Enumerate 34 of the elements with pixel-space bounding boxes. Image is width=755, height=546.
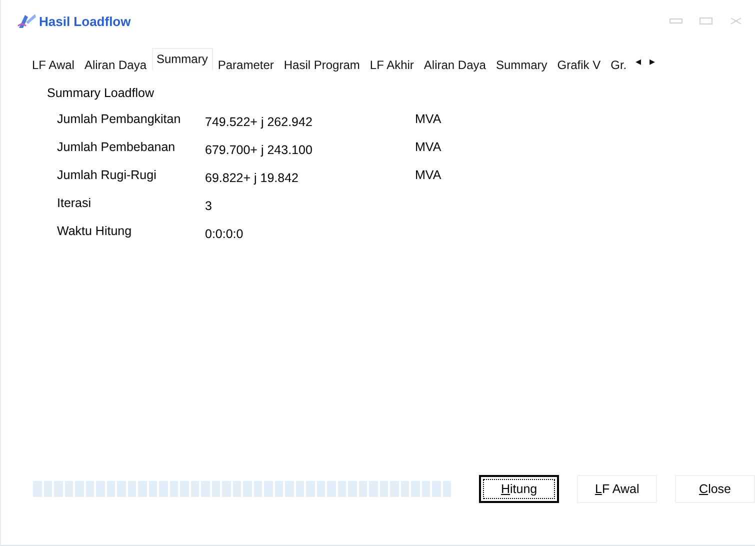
unit-label: MVA [415, 168, 442, 184]
field-value: 749.522+ j 262.942 [205, 114, 314, 129]
field-label: Waktu Hitung [57, 224, 133, 240]
push-button[interactable]: Hitung [479, 475, 560, 503]
tab[interactable]: Grafik V [552, 54, 606, 72]
app-icon [17, 12, 37, 30]
push-button[interactable]: LF Awal [577, 475, 658, 503]
tab[interactable]: LF Awal [27, 54, 80, 72]
push-button[interactable]: Close [675, 475, 755, 503]
field-value: 69.822+ j 19.842 [205, 170, 300, 185]
tab[interactable]: Gr. [606, 54, 632, 72]
field-label: Jumlah Pembebanan [57, 140, 176, 156]
tab[interactable]: Hasil Program [278, 54, 365, 72]
tab[interactable]: Aliran Daya [79, 54, 152, 72]
maximize-icon[interactable] [699, 17, 713, 25]
field-label: Iterasi [57, 196, 92, 212]
tab[interactable]: Summary [490, 54, 552, 72]
unit-label: MVA [415, 112, 442, 128]
close-icon[interactable] [729, 17, 743, 25]
field-value: 3 [205, 198, 213, 213]
field-label: Jumlah Pembangkitan [57, 112, 182, 128]
tab-scroll-arrow[interactable]: ▸ [646, 54, 660, 68]
tab[interactable]: LF Akhir [364, 54, 419, 72]
field-value: 0:0:0:0 [205, 226, 244, 241]
tab[interactable]: Parameter [212, 54, 279, 72]
tab[interactable]: Summary [152, 48, 213, 70]
unit-label: MVA [415, 140, 442, 156]
minimize-icon[interactable] [669, 17, 683, 25]
tab-scroll-arrow[interactable]: ◂ [632, 54, 646, 68]
field-label: Jumlah Rugi-Rugi [57, 168, 158, 184]
field-value: 679.700+ j 243.100 [205, 142, 314, 157]
section-title: Summary Loadflow [47, 86, 155, 100]
tab[interactable]: Aliran Daya [418, 54, 491, 72]
window-title: Hasil Loadflow [39, 14, 131, 28]
